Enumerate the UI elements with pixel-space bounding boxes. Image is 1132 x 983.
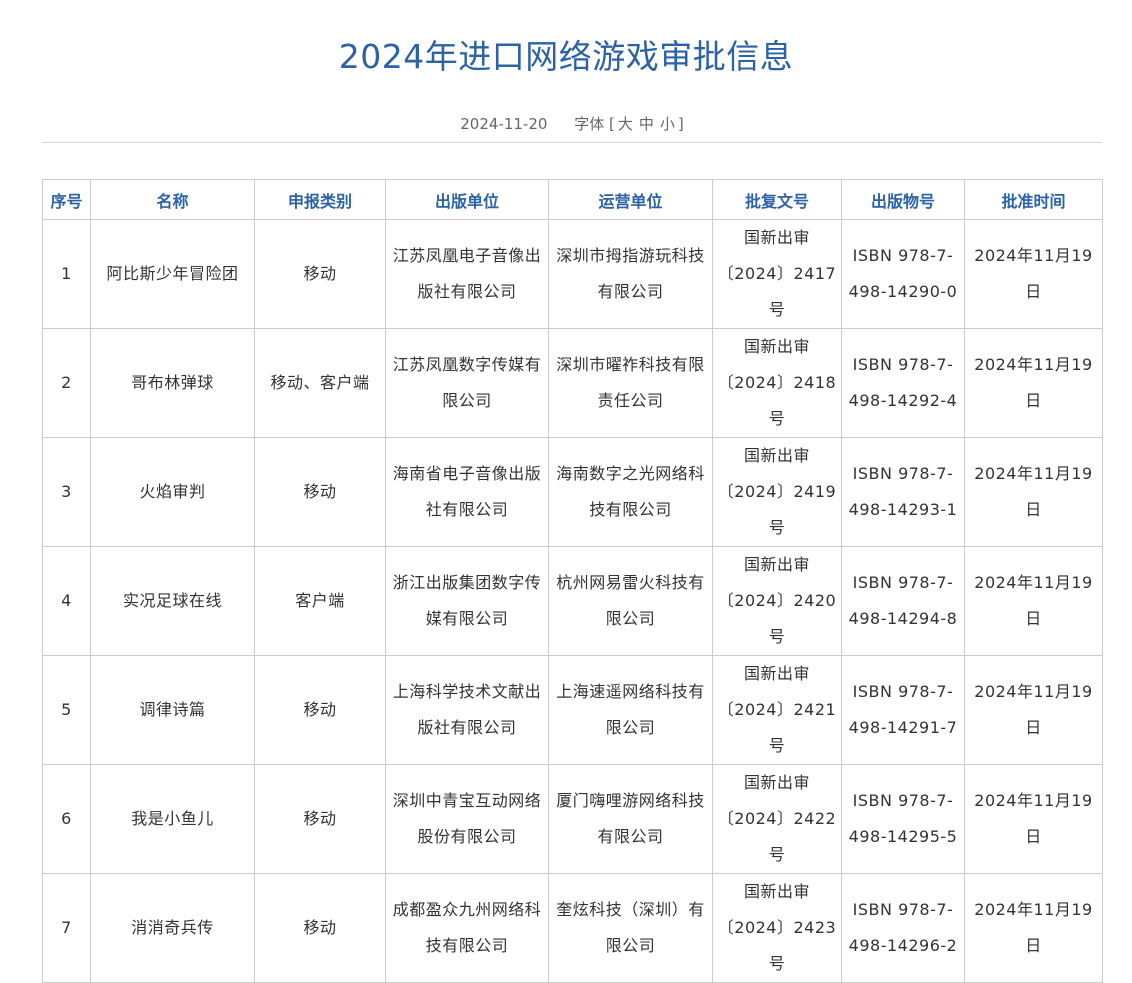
- cell-isbn: ISBN 978-7-498-14293-1: [841, 437, 965, 547]
- header-approval-no: 批复文号: [712, 179, 842, 220]
- article-meta: 2024-11-20 字体 [大中小]: [0, 112, 1132, 136]
- cell-category: 移动: [254, 219, 386, 329]
- cell-isbn: ISBN 978-7-498-14291-7: [841, 655, 965, 765]
- cell-date: 2024年11月19日: [964, 546, 1103, 656]
- cell-approval-no: 国新出审〔2024〕2421号: [712, 655, 842, 765]
- header-publisher: 出版单位: [385, 179, 549, 220]
- cell-name: 阿比斯少年冒险团: [90, 219, 255, 329]
- cell-publisher: 江苏凤凰数字传媒有限公司: [385, 328, 549, 438]
- publish-date: 2024-11-20: [460, 115, 548, 133]
- cell-publisher: 江苏凤凰电子音像出版社有限公司: [385, 219, 549, 329]
- cell-approval-no: 国新出审〔2024〕2420号: [712, 546, 842, 656]
- cell-approval-no: 国新出审〔2024〕2417号: [712, 219, 842, 329]
- font-size-medium-link[interactable]: 中: [639, 115, 654, 133]
- cell-operator: 厦门嗨哩游网络科技有限公司: [548, 764, 713, 874]
- table-row: 4 实况足球在线 客户端 浙江出版集团数字传媒有限公司 杭州网易雷火科技有限公司…: [42, 546, 1103, 656]
- font-size-large-link[interactable]: 大: [618, 115, 633, 133]
- header-category: 申报类别: [254, 179, 386, 220]
- title-divider: [42, 142, 1102, 143]
- cell-name: 火焰审判: [90, 437, 255, 547]
- font-size-small-link[interactable]: 小: [660, 115, 675, 133]
- cell-publisher: 上海科学技术文献出版社有限公司: [385, 655, 549, 765]
- cell-category: 移动: [254, 873, 386, 983]
- cell-isbn: ISBN 978-7-498-14295-5: [841, 764, 965, 874]
- table-row: 6 我是小鱼儿 移动 深圳中青宝互动网络股份有限公司 厦门嗨哩游网络科技有限公司…: [42, 764, 1103, 874]
- cell-operator: 深圳市拇指游玩科技有限公司: [548, 219, 713, 329]
- cell-category: 移动、客户端: [254, 328, 386, 438]
- cell-publisher: 浙江出版集团数字传媒有限公司: [385, 546, 549, 656]
- cell-isbn: ISBN 978-7-498-14292-4: [841, 328, 965, 438]
- cell-publisher: 成都盈众九州网络科技有限公司: [385, 873, 549, 983]
- cell-category: 移动: [254, 437, 386, 547]
- header-operator: 运营单位: [548, 179, 713, 220]
- cell-operator: 杭州网易雷火科技有限公司: [548, 546, 713, 656]
- approval-table: 序号 名称 申报类别 出版单位 运营单位 批复文号 出版物号 批准时间 1 阿比…: [42, 179, 1103, 983]
- font-size-bracket-close: ]: [677, 115, 684, 133]
- cell-operator: 海南数字之光网络科技有限公司: [548, 437, 713, 547]
- page-title: 2024年进口网络游戏审批信息: [338, 37, 794, 76]
- cell-category: 移动: [254, 764, 386, 874]
- header-name: 名称: [90, 179, 255, 220]
- table-row: 1 阿比斯少年冒险团 移动 江苏凤凰电子音像出版社有限公司 深圳市拇指游玩科技有…: [42, 219, 1103, 329]
- cell-approval-no: 国新出审〔2024〕2418号: [712, 328, 842, 438]
- font-size-bracket-open: [: [609, 115, 615, 133]
- cell-isbn: ISBN 978-7-498-14294-8: [841, 546, 965, 656]
- cell-name: 调律诗篇: [90, 655, 255, 765]
- cell-no: 7: [42, 873, 91, 983]
- cell-isbn: ISBN 978-7-498-14296-2: [841, 873, 965, 983]
- cell-no: 2: [42, 328, 91, 438]
- cell-no: 5: [42, 655, 91, 765]
- cell-name: 实况足球在线: [90, 546, 255, 656]
- table-row: 3 火焰审判 移动 海南省电子音像出版社有限公司 海南数字之光网络科技有限公司 …: [42, 437, 1103, 547]
- cell-operator: 上海速遥网络科技有限公司: [548, 655, 713, 765]
- cell-date: 2024年11月19日: [964, 873, 1103, 983]
- cell-approval-no: 国新出审〔2024〕2419号: [712, 437, 842, 547]
- cell-no: 3: [42, 437, 91, 547]
- cell-approval-no: 国新出审〔2024〕2423号: [712, 873, 842, 983]
- font-size-label: 字体: [574, 115, 605, 133]
- cell-date: 2024年11月19日: [964, 764, 1103, 874]
- cell-operator: 奎炫科技（深圳）有限公司: [548, 873, 713, 983]
- table-header-row: 序号 名称 申报类别 出版单位 运营单位 批复文号 出版物号 批准时间: [42, 179, 1103, 220]
- cell-date: 2024年11月19日: [964, 655, 1103, 765]
- table-row: 2 哥布林弹球 移动、客户端 江苏凤凰数字传媒有限公司 深圳市曜祚科技有限责任公…: [42, 328, 1103, 438]
- cell-name: 消消奇兵传: [90, 873, 255, 983]
- cell-isbn: ISBN 978-7-498-14290-0: [841, 219, 965, 329]
- table-row: 7 消消奇兵传 移动 成都盈众九州网络科技有限公司 奎炫科技（深圳）有限公司 国…: [42, 873, 1103, 983]
- cell-name: 哥布林弹球: [90, 328, 255, 438]
- cell-name: 我是小鱼儿: [90, 764, 255, 874]
- header-isbn: 出版物号: [841, 179, 965, 220]
- cell-publisher: 深圳中青宝互动网络股份有限公司: [385, 764, 549, 874]
- cell-operator: 深圳市曜祚科技有限责任公司: [548, 328, 713, 438]
- cell-no: 6: [42, 764, 91, 874]
- header-no: 序号: [42, 179, 91, 220]
- cell-no: 4: [42, 546, 91, 656]
- cell-category: 移动: [254, 655, 386, 765]
- cell-date: 2024年11月19日: [964, 437, 1103, 547]
- cell-date: 2024年11月19日: [964, 219, 1103, 329]
- cell-publisher: 海南省电子音像出版社有限公司: [385, 437, 549, 547]
- header-date: 批准时间: [964, 179, 1103, 220]
- cell-date: 2024年11月19日: [964, 328, 1103, 438]
- table-row: 5 调律诗篇 移动 上海科学技术文献出版社有限公司 上海速遥网络科技有限公司 国…: [42, 655, 1103, 765]
- cell-approval-no: 国新出审〔2024〕2422号: [712, 764, 842, 874]
- cell-no: 1: [42, 219, 91, 329]
- cell-category: 客户端: [254, 546, 386, 656]
